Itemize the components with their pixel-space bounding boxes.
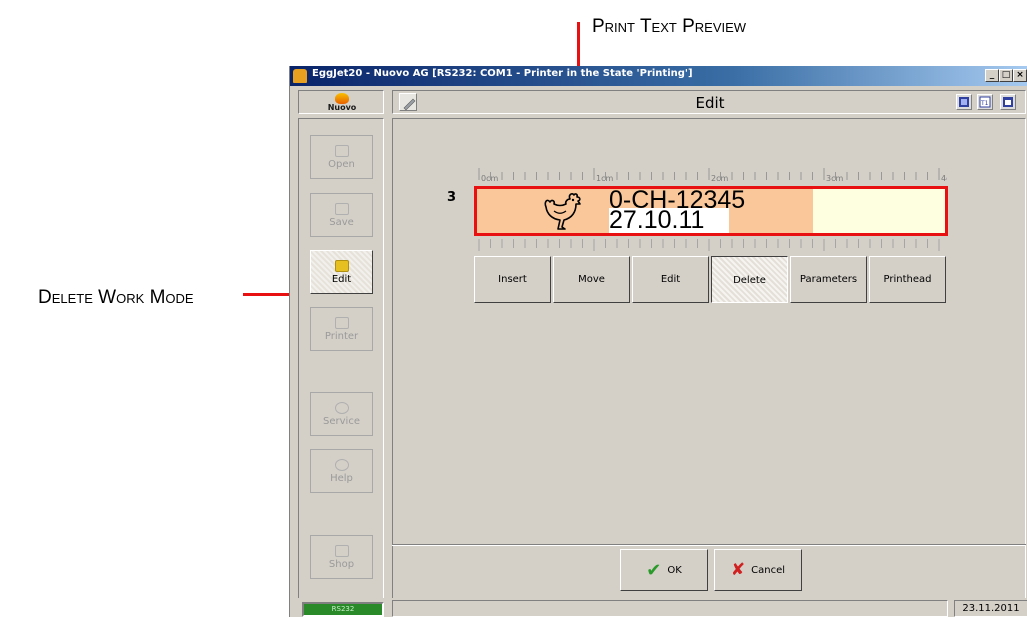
sidebar-item-open[interactable]: Open (310, 135, 373, 179)
parameters-button[interactable]: Parameters (790, 256, 867, 303)
delete-work-mode-annotation: Delete Work Mode (38, 287, 194, 308)
cross-icon: ✘ (730, 560, 746, 580)
ruler-label: 0cm (481, 174, 498, 183)
cancel-label: Cancel (751, 564, 786, 576)
connection-indicator: RS232 (302, 602, 384, 617)
printhead-button[interactable]: Printhead (869, 256, 946, 303)
edit-egg-icon (334, 260, 349, 272)
minimize-button[interactable]: _ (985, 69, 999, 82)
help-icon (334, 459, 349, 471)
ruler-bottom (478, 239, 940, 251)
logo: Nuovo (298, 90, 384, 114)
printer-icon (334, 317, 349, 329)
sidebar-item-label: Save (329, 217, 354, 228)
maximize-button[interactable]: □ (999, 69, 1013, 82)
sidebar-item-help[interactable]: Help (310, 449, 373, 493)
app-icon (293, 69, 307, 83)
print-text-preview[interactable]: 0-CH-12345 27.10.11 (474, 186, 948, 236)
sidebar-item-label: Shop (328, 559, 355, 570)
page-header: Edit T1 (392, 90, 1026, 114)
ruler-label: 3cm (826, 174, 843, 183)
app-window: EggJet20 - Nuovo AG [RS232: COM1 - Print… (289, 66, 1027, 617)
ruler-label: 2cm (711, 174, 728, 183)
insert-mode-button[interactable]: Insert (474, 256, 551, 303)
sidebar-item-label: Service (323, 416, 360, 427)
cancel-button[interactable]: ✘ Cancel (714, 549, 802, 591)
page-title: Edit (695, 94, 725, 112)
sidebar-item-label: Edit (331, 274, 352, 285)
grid-icon[interactable] (956, 94, 972, 110)
sidebar-item-label: Help (330, 473, 353, 484)
sidebar-item-label: Printer (324, 331, 359, 342)
delete-mode-button[interactable]: Delete (711, 256, 788, 303)
ruler-label: 1cm (596, 174, 613, 183)
ruler-label: 4cm (941, 174, 947, 183)
service-icon (334, 402, 349, 414)
logo-text: Nuovo (327, 103, 357, 112)
edit-mode-button[interactable]: Edit (632, 256, 709, 303)
line-number: 3 (447, 190, 457, 205)
ok-button[interactable]: ✔ OK (620, 549, 708, 591)
sidebar-item-shop[interactable]: Shop (310, 535, 373, 579)
sidebar-item-service[interactable]: Service (310, 392, 373, 436)
main-panel: 0cm 1cm 2cm 3cm 4cm 3 0-CH-12345 27.10.11 In… (392, 118, 1026, 601)
folder-save-icon (334, 203, 349, 215)
sidebar-item-edit[interactable]: Edit (310, 250, 373, 294)
window-title: EggJet20 - Nuovo AG [RS232: COM1 - Print… (312, 68, 693, 79)
shop-icon (334, 545, 349, 557)
status-date: 23.11.2011 (954, 600, 1027, 617)
status-message (392, 600, 948, 617)
text-icon[interactable]: T1 (977, 94, 993, 110)
footer-divider-highlight (392, 545, 1026, 546)
status-bar: RS232 23.11.2011 (290, 598, 1027, 617)
sidebar-item-label: Open (328, 159, 355, 170)
ruler-top: 0cm 1cm 2cm 3cm 4cm (478, 168, 947, 183)
checkmark-icon: ✔ (646, 559, 662, 581)
sidebar-item-save[interactable]: Save (310, 193, 373, 237)
move-mode-button[interactable]: Move (553, 256, 630, 303)
hen-icon (544, 193, 581, 230)
print-text-preview-annotation: Print Text Preview (592, 16, 747, 37)
ok-label: OK (667, 564, 682, 576)
svg-text:T1: T1 (980, 100, 989, 107)
close-button[interactable]: × (1013, 69, 1027, 82)
preview-text-line-2: 27.10.11 (609, 208, 729, 233)
sidebar-item-printer[interactable]: Printer (310, 307, 373, 351)
folder-open-icon (334, 145, 349, 157)
window-icon[interactable] (1000, 94, 1016, 110)
sidebar: Open Save Edit Printer Service Help Shop (298, 118, 384, 601)
title-bar: EggJet20 - Nuovo AG [RS232: COM1 - Print… (290, 66, 1027, 86)
